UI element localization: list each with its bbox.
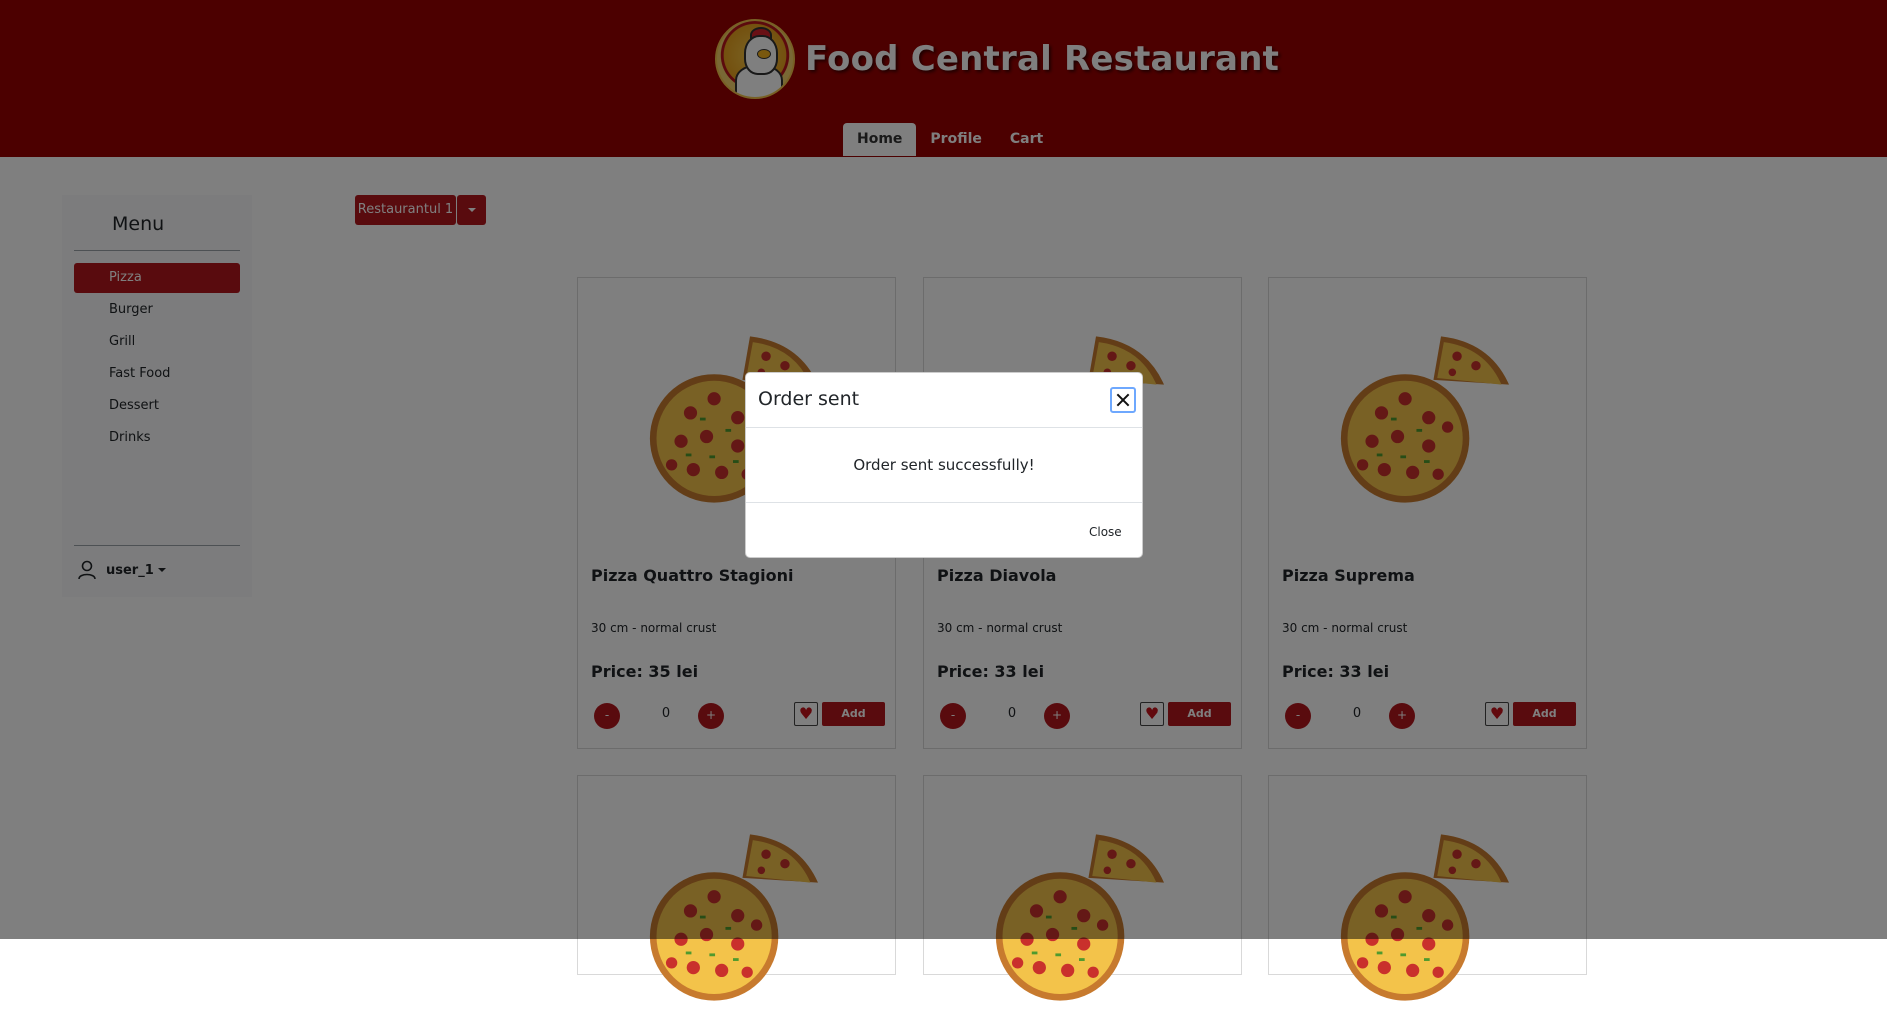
close-icon[interactable] bbox=[1110, 387, 1136, 413]
modal-divider bbox=[746, 502, 1142, 503]
close-button[interactable]: Close bbox=[1089, 525, 1122, 539]
order-sent-dialog: Order sent Order sent successfully! Clos… bbox=[745, 372, 1143, 558]
modal-message: Order sent successfully! bbox=[853, 456, 1035, 474]
modal-title: Order sent bbox=[758, 388, 860, 410]
modal-divider bbox=[746, 427, 1142, 428]
